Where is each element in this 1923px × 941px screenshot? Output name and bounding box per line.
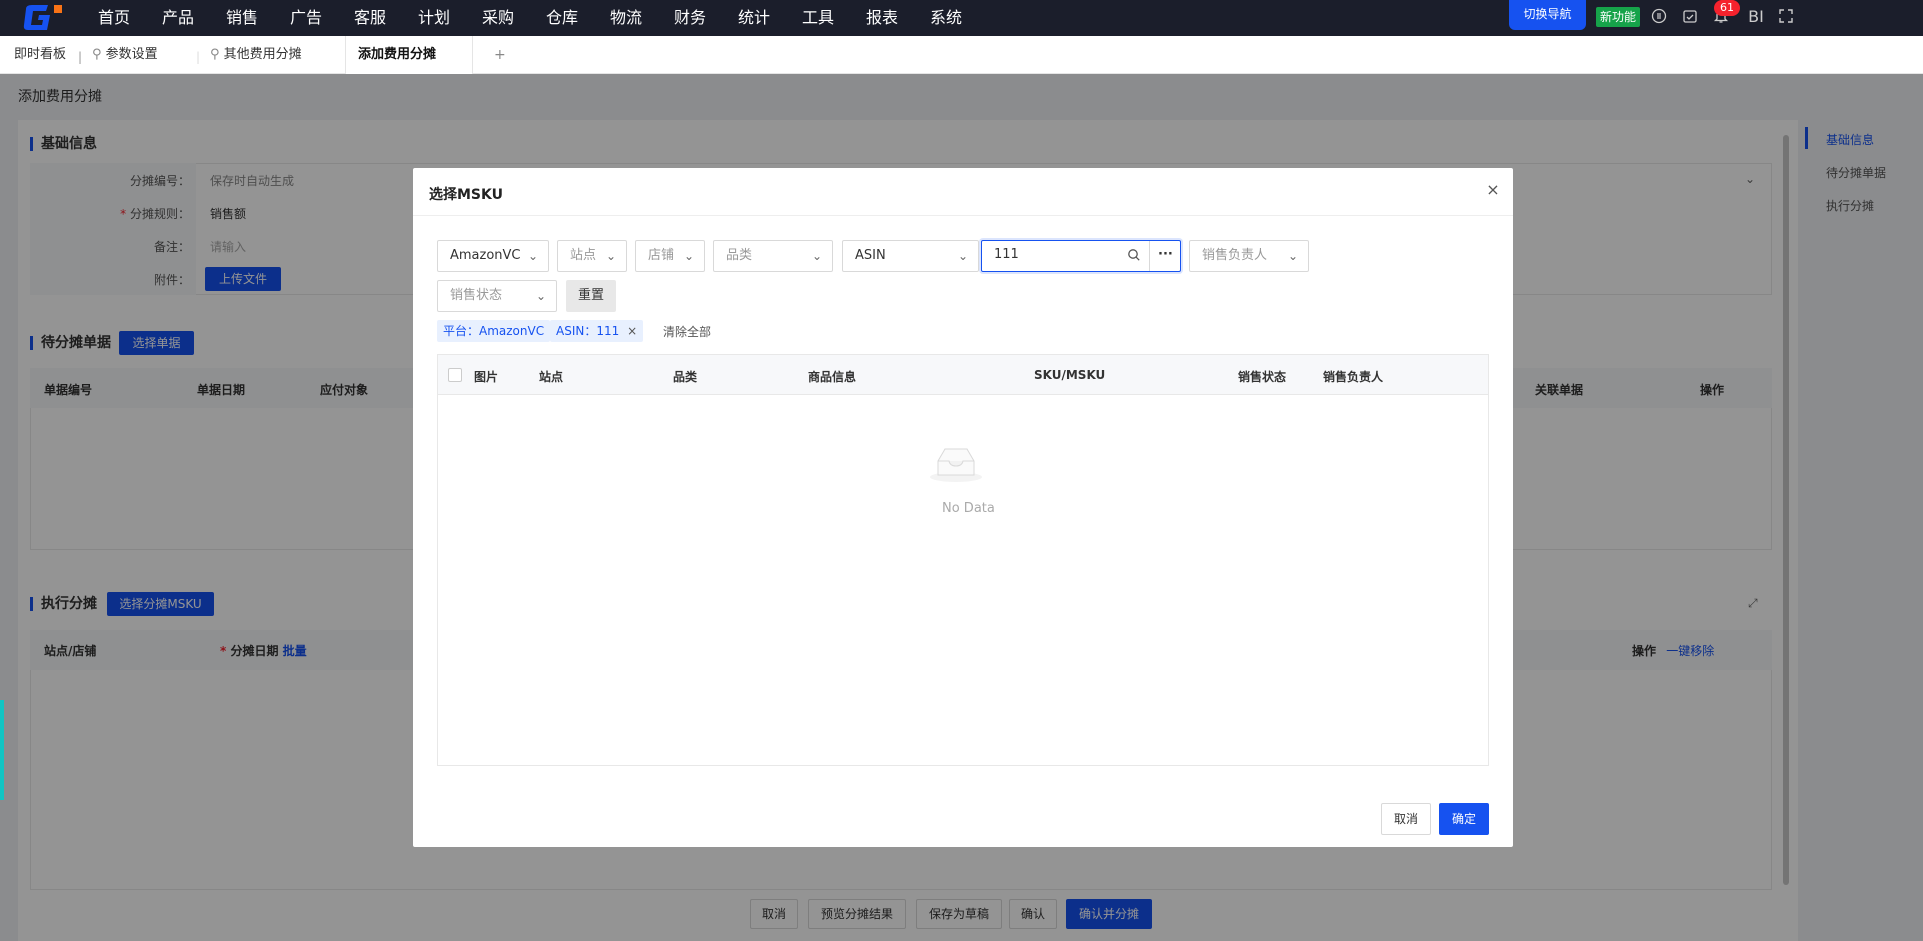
cancel-button[interactable]: 取消 xyxy=(1381,803,1431,835)
site-select-placeholder: 站点 xyxy=(570,248,597,263)
sales-status-select[interactable]: 销售状态 ⌄ xyxy=(437,280,557,312)
pin-icon: ⚲ xyxy=(210,47,224,62)
confirm-button[interactable]: 确定 xyxy=(1439,803,1489,835)
search-input[interactable]: 111 xyxy=(994,247,1019,262)
select-all-checkbox[interactable] xyxy=(448,368,462,382)
chevron-down-icon: ⌄ xyxy=(811,249,822,263)
nav-item-9[interactable]: 财务 xyxy=(674,0,706,36)
store-select-placeholder: 店铺 xyxy=(648,248,675,263)
chevron-down-icon: ⌄ xyxy=(605,249,616,263)
nav-item-3[interactable]: 广告 xyxy=(290,0,322,36)
col-sales-status: 销售状态 xyxy=(1238,370,1287,384)
col-image: 图片 xyxy=(474,370,499,384)
category-select-placeholder: 品类 xyxy=(726,248,753,263)
tab-params-label: 参数设置 xyxy=(105,47,158,62)
nav-item-13[interactable]: 系统 xyxy=(930,0,962,36)
tab-params[interactable]: ⚲ 参数设置 xyxy=(84,36,170,74)
search-icon[interactable] xyxy=(1127,248,1141,265)
dialog-header xyxy=(413,168,1513,216)
tab-other-costs[interactable]: ⚲ 其他费用分摊 xyxy=(200,36,314,74)
new-feature-badge[interactable]: 新功能 xyxy=(1596,7,1640,27)
switch-nav-button[interactable]: 切换导航 xyxy=(1509,0,1586,30)
col-sku-msku: SKU/MSKU xyxy=(1034,368,1106,382)
close-icon[interactable]: × xyxy=(627,324,637,338)
info-circle-icon[interactable] xyxy=(1650,8,1668,26)
col-product-info: 商品信息 xyxy=(808,370,857,384)
nav-item-5[interactable]: 计划 xyxy=(418,0,450,36)
reset-button[interactable]: 重置 xyxy=(566,280,616,312)
close-icon[interactable]: × xyxy=(1483,180,1503,200)
nav-item-6[interactable]: 采购 xyxy=(482,0,514,36)
search-field-value: ASIN xyxy=(855,248,886,263)
tab-add-cost[interactable]: 添加费用分摊 xyxy=(345,36,473,74)
tab-dashboard[interactable]: 即时看板 xyxy=(2,36,78,74)
sales-status-placeholder: 销售状态 xyxy=(450,288,503,303)
chip-asin[interactable]: ASIN：111 × xyxy=(550,320,644,342)
chevron-down-icon: ⌄ xyxy=(683,249,694,263)
empty-text: No Data xyxy=(942,501,995,516)
nav-item-2[interactable]: 销售 xyxy=(226,0,258,36)
pin-icon: ⚲ xyxy=(92,47,106,62)
nav-item-12[interactable]: 报表 xyxy=(866,0,898,36)
select-msku-dialog: 选择MSKU × AmazonVC ⌄ 站点 ⌄ 店铺 ⌄ 品类 ⌄ ASIN ⌄ 111… xyxy=(413,168,1513,847)
chevron-down-icon: ⌄ xyxy=(535,289,546,303)
tab-other-costs-label: 其他费用分摊 xyxy=(223,47,302,62)
sales-owner-select[interactable]: 销售负责人 ⌄ xyxy=(1189,240,1309,272)
chip-platform[interactable]: 平台：AmazonVC xyxy=(437,320,551,342)
left-accent-bar xyxy=(0,700,4,800)
nav-item-7[interactable]: 仓库 xyxy=(546,0,578,36)
chip-asin-label: ASIN：111 xyxy=(556,324,620,338)
nav-item-10[interactable]: 统计 xyxy=(738,0,770,36)
platform-select[interactable]: AmazonVC ⌄ xyxy=(437,240,549,272)
platform-select-value: AmazonVC xyxy=(450,248,521,263)
site-select[interactable]: 站点 ⌄ xyxy=(557,240,627,272)
logo-icon[interactable] xyxy=(22,3,66,33)
nav-item-8[interactable]: 物流 xyxy=(610,0,642,36)
chevron-down-icon: ⌄ xyxy=(1287,249,1298,263)
nav-item-0[interactable]: 首页 xyxy=(98,0,130,36)
dialog-title: 选择MSKU xyxy=(429,187,503,203)
search-field-select[interactable]: ASIN ⌄ xyxy=(842,240,979,272)
search-box: 111 ··· xyxy=(981,240,1181,272)
nav-item-4[interactable]: 客服 xyxy=(354,0,386,36)
sales-owner-placeholder: 销售负责人 xyxy=(1202,248,1268,263)
col-category: 品类 xyxy=(673,370,698,384)
msku-table: 图片 站点 品类 商品信息 SKU/MSKU 销售状态 销售负责人 No Dat… xyxy=(437,354,1489,766)
nav-item-11[interactable]: 工具 xyxy=(802,0,834,36)
notification-count-badge: 61 xyxy=(1714,0,1740,16)
add-tab-button[interactable]: + xyxy=(482,36,518,74)
chevron-down-icon: ⌄ xyxy=(527,249,538,263)
msku-table-head: 图片 站点 品类 商品信息 SKU/MSKU 销售状态 销售负责人 xyxy=(438,355,1488,395)
more-options-icon[interactable]: ··· xyxy=(1158,247,1173,262)
chevron-down-icon: ⌄ xyxy=(957,249,968,263)
bi-link[interactable]: BI xyxy=(1744,8,1768,26)
col-site: 站点 xyxy=(539,370,564,384)
fullscreen-icon[interactable] xyxy=(1777,8,1795,26)
empty-inbox-icon xyxy=(930,448,982,482)
clear-all-link[interactable]: 清除全部 xyxy=(663,323,711,340)
store-select[interactable]: 店铺 ⌄ xyxy=(635,240,705,272)
col-sales-owner: 销售负责人 xyxy=(1323,370,1384,384)
calendar-check-icon[interactable] xyxy=(1681,8,1699,26)
category-select[interactable]: 品类 ⌄ xyxy=(713,240,833,272)
nav-item-1[interactable]: 产品 xyxy=(162,0,194,36)
search-divider xyxy=(1149,241,1150,271)
tab-separator: | xyxy=(78,50,83,64)
